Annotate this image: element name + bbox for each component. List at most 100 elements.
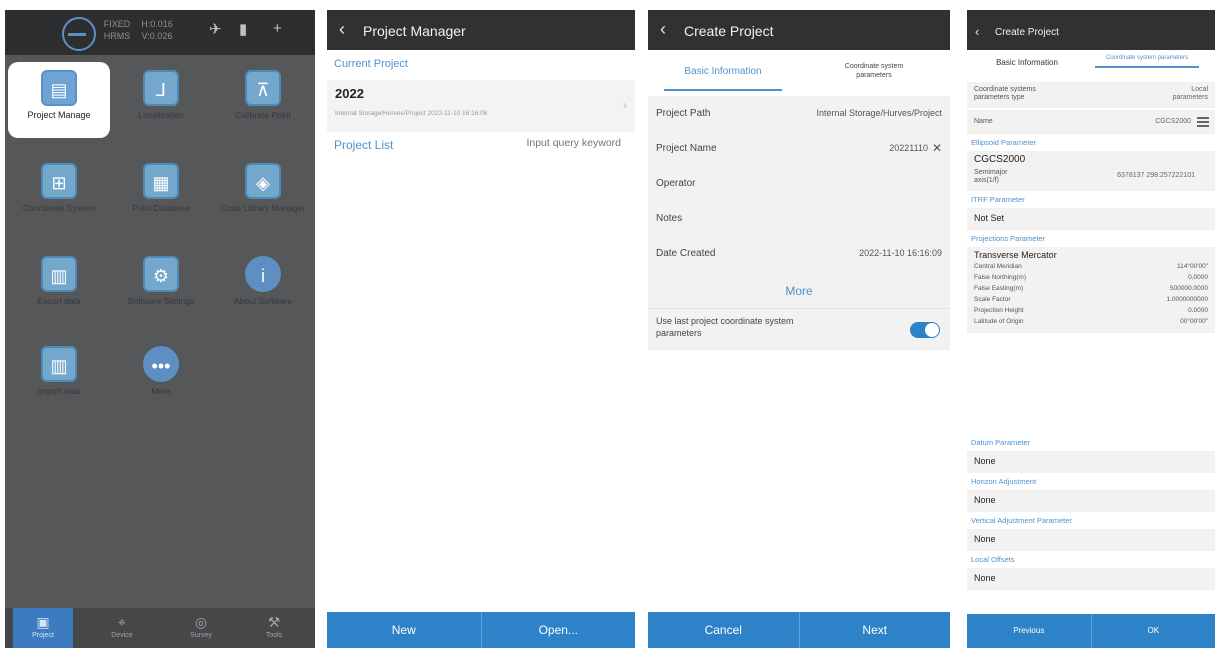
tools-icon: ⚒	[267, 614, 281, 630]
top-bar: ‹ Project Manager	[327, 10, 635, 50]
tab-label: Coordinate system parameters	[844, 63, 904, 79]
ok-button[interactable]: OK	[1090, 614, 1215, 648]
horizon-section: Horizon Adjustment	[971, 477, 1037, 486]
param-value: 500000.0000	[1170, 285, 1208, 292]
param-key: Latitude of Origin	[974, 318, 1024, 325]
grid-label: Software Settings	[127, 296, 195, 306]
tab-label: Basic Information	[684, 66, 762, 77]
more-icon: •••	[143, 346, 179, 382]
use-last-params-toggle[interactable]	[910, 322, 940, 338]
more-link[interactable]: More	[648, 284, 950, 298]
grid-label: Project Manage	[27, 110, 91, 120]
field-label: Date Created	[656, 248, 716, 259]
vertical-row[interactable]: None	[967, 529, 1215, 551]
param-key: False Easting(m)	[974, 285, 1024, 292]
tab-coordinate-system[interactable]: Coordinate system parameters	[1095, 55, 1199, 68]
grid-item-about-software[interactable]: i About Software	[212, 248, 314, 324]
tab-bar: Basic Information Coordinate system para…	[967, 50, 1215, 80]
status-bar: FIXED HRMS H:0.016 V:0.026 ✈ ▮ +	[5, 10, 315, 55]
h-precision-text: H:0.016	[141, 19, 173, 29]
nav-device[interactable]: ⌖ Device	[92, 608, 152, 648]
grid-item-export-data[interactable]: ▥ Export data	[8, 248, 110, 324]
itrf-section: ITRF Parameter	[971, 195, 1025, 204]
params-type-row[interactable]: Coordinate systems parameters type Local…	[967, 82, 1215, 108]
open-button[interactable]: Open...	[480, 612, 636, 648]
cancel-button[interactable]: Cancel	[648, 612, 799, 648]
grid-item-software-settings[interactable]: ⚙ Software Settings	[110, 248, 212, 324]
previous-button[interactable]: Previous	[967, 614, 1091, 648]
projection-name: Transverse Mercator	[974, 250, 1057, 260]
horizon-row[interactable]: None	[967, 490, 1215, 512]
notes-row[interactable]: Notes	[648, 201, 950, 236]
nav-survey[interactable]: ◎ Survey	[171, 608, 231, 648]
survey-icon: ◎	[194, 614, 208, 630]
param-value: 00°00'00"	[1180, 318, 1208, 325]
grid-item-localization[interactable]: ⅃ Localization	[110, 62, 212, 138]
param-key: Central Meridian	[974, 263, 1022, 270]
clipboard-icon: ▤	[41, 70, 77, 106]
clear-icon[interactable]: ✕	[932, 141, 942, 155]
chart-import-icon: ▥	[41, 346, 77, 382]
datum-value: None	[974, 456, 996, 466]
param-value: 114°00'00"	[1177, 263, 1208, 270]
datum-row[interactable]: None	[967, 451, 1215, 473]
database-grid-icon: ▦	[143, 163, 179, 199]
globe-grid-icon: ⊞	[41, 163, 77, 199]
param-key: Projection Height	[974, 307, 1024, 314]
project-icon: ▣	[36, 614, 50, 630]
grid-item-point-database[interactable]: ▦ Point Database	[110, 155, 212, 231]
new-button[interactable]: New	[327, 612, 481, 648]
solution-sub-text: HRMS	[103, 31, 131, 41]
itrf-row[interactable]: Not Set	[967, 208, 1215, 230]
grid-label: Calibrate Point	[235, 110, 291, 120]
tab-basic-information[interactable]: Basic Information	[648, 50, 798, 96]
create-project-coordinate-screen: ‹ Create Project Basic Information Coord…	[967, 10, 1215, 648]
back-arrow-icon[interactable]: ‹	[975, 22, 979, 42]
settings-icon: ⚙	[143, 256, 179, 292]
projection-param: Scale Factor 1.0000000000	[974, 296, 1208, 305]
local-offsets-row[interactable]: None	[967, 568, 1215, 590]
grid-item-import-data[interactable]: ▥ Import data	[8, 338, 110, 414]
tab-coordinate-system[interactable]: Coordinate system parameters	[798, 50, 950, 96]
project-search-input[interactable]	[481, 137, 621, 149]
connection-ring-icon[interactable]	[62, 17, 96, 51]
toggle-label: Use last project coordinate system param…	[656, 316, 794, 338]
page-title: Create Project	[995, 27, 1059, 38]
v-precision-text: V:0.026	[141, 31, 173, 41]
grid-label: Export data	[37, 296, 81, 306]
back-arrow-icon[interactable]: ‹	[339, 19, 345, 39]
param-key: False Northing(m)	[974, 274, 1027, 281]
top-bar: ‹ Create Project	[967, 10, 1215, 50]
grid-item-code-library[interactable]: ◈ Code Library Manager	[212, 155, 314, 231]
grid-label: Localization	[138, 110, 184, 120]
current-project-row[interactable]: 2022 Internal Storage/Hurves/Project 202…	[327, 80, 635, 132]
operator-row[interactable]: Operator	[648, 166, 950, 201]
back-arrow-icon[interactable]: ‹	[660, 19, 666, 39]
grid-item-project-manage[interactable]: ▤ Project Manage	[8, 62, 110, 138]
ellipsoid-section: Ellipsoid Parameter	[971, 138, 1037, 147]
precision-status: H:0.016 V:0.026	[137, 18, 177, 42]
next-button[interactable]: Next	[798, 612, 951, 648]
use-last-params-row: Use last project coordinate system param…	[648, 308, 950, 350]
project-list-section: Project List	[334, 138, 394, 152]
ellipsoid-row[interactable]: CGCS2000 Semimajor axis(1/f) 6378137 298…	[967, 151, 1215, 191]
nav-label: Device	[111, 632, 133, 639]
param-value: 1.0000000000	[1166, 296, 1208, 303]
projection-block[interactable]: Transverse Mercator Central Meridian 114…	[967, 247, 1215, 333]
nav-label: Survey	[190, 632, 212, 639]
grid-item-calibrate-point[interactable]: ⊼ Calibrate Point	[212, 62, 314, 138]
nav-tools[interactable]: ⚒ Tools	[244, 608, 304, 648]
page-title: Project Manager	[363, 23, 466, 39]
tab-basic-information[interactable]: Basic Information	[967, 58, 1087, 67]
satellite-icon[interactable]: ✈	[209, 20, 222, 38]
grid-item-more[interactable]: ••• More	[110, 338, 212, 414]
list-menu-icon[interactable]	[1197, 117, 1209, 127]
axis-icon: ⅃	[143, 70, 179, 106]
nav-project[interactable]: ▣ Project	[13, 608, 73, 648]
grid-item-coordinate-system[interactable]: ⊞ Coordinate System	[8, 155, 110, 231]
add-icon[interactable]: +	[273, 20, 282, 37]
name-row[interactable]: Name CGCS2000	[967, 110, 1215, 134]
project-name-input[interactable]: 20221110	[889, 143, 928, 153]
project-path-row[interactable]: Project Path Internal Storage/Hurves/Pro…	[648, 96, 950, 131]
project-name-row[interactable]: Project Name 20221110 ✕	[648, 131, 950, 166]
